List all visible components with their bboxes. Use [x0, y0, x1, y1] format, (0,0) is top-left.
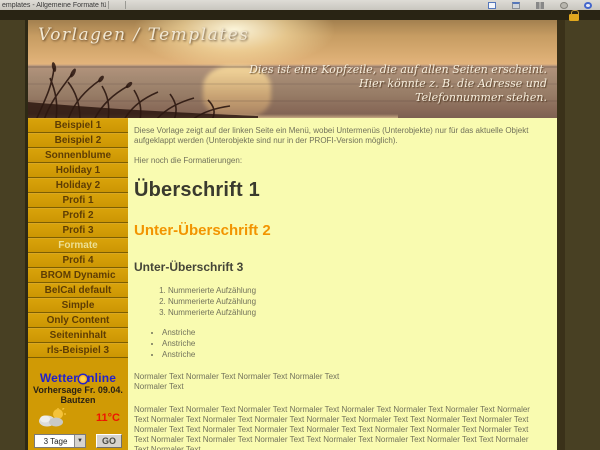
chevron-down-icon[interactable]	[74, 435, 85, 447]
sidebar-item-label: Simple	[62, 300, 95, 311]
heading-3: Unter-Überschrift 3	[134, 260, 545, 274]
sidebar-item-rls-beispiel-3[interactable]: rls-Beispiel 3	[28, 343, 128, 358]
numbered-list-item: Nummerierte Aufzählung	[168, 285, 545, 296]
normal-text-line: Normaler Text Normaler Text Normaler Tex…	[134, 372, 545, 382]
page-title: Vorlagen / Templates	[38, 25, 249, 45]
sidebar-item-label: Beispiel 1	[55, 120, 102, 131]
content-area: Diese Vorlage zeigt auf der linken Seite…	[128, 118, 557, 450]
sidebar-item-label: Only Content	[47, 315, 110, 326]
document-icon[interactable]	[488, 2, 496, 9]
sidebar-item-holiday-2[interactable]: Holiday 2	[28, 178, 128, 193]
help-icon[interactable]	[584, 2, 592, 9]
normal-text-paragraph: Normaler Text Normaler Text Normaler Tex…	[134, 405, 545, 450]
top-dark-strip	[0, 10, 600, 20]
weather-widget: Wetter nline Vorhersage Fr. 09.04. Bautze…	[28, 371, 128, 448]
sidebar-item-brom-dynamic[interactable]: BROM Dynamic	[28, 268, 128, 283]
header-note-line: Hier könnte z. B. die Adresse und	[249, 77, 547, 91]
intro-paragraph: Diese Vorlage zeigt auf der linken Seite…	[134, 126, 545, 146]
sidebar-item-label: Holiday 1	[56, 165, 100, 176]
logo-text: nline	[87, 371, 116, 385]
browser-tab-bar: emplates - Allgemeine Formate für Texte …	[0, 0, 600, 10]
forecast-city: Bautzen	[28, 395, 128, 405]
go-button[interactable]: GO	[96, 434, 122, 448]
sidebar-item-label: Profi 4	[62, 255, 93, 266]
sidebar-item-label: BelCal default	[45, 285, 112, 296]
dune-grass-silhouette	[28, 58, 258, 118]
header-note-line: Telefonnummer stehen.	[249, 91, 547, 105]
sidebar-item-belcal-default[interactable]: BelCal default	[28, 283, 128, 298]
bullet-list-item: Anstriche	[162, 338, 545, 349]
sidebar-item-label: BROM Dynamic	[40, 270, 115, 281]
header-note-line: Dies ist eine Kopfzeile, die auf allen S…	[249, 63, 547, 77]
sidebar-item-simple[interactable]: Simple	[28, 298, 128, 313]
numbered-list-item: Nummerierte Aufzählung	[168, 296, 545, 307]
sidebar-item-seiteninhalt[interactable]: Seiteninhalt	[28, 328, 128, 343]
heading-1: Überschrift 1	[134, 179, 545, 202]
split-view-icon[interactable]	[536, 2, 544, 9]
sidebar-item-profi-4[interactable]: Profi 4	[28, 253, 128, 268]
bullet-list-item: Anstriche	[162, 327, 545, 338]
padlock-icon	[569, 14, 579, 21]
sidebar-item-beispiel-1[interactable]: Beispiel 1	[28, 118, 128, 133]
sidebar-menu: Beispiel 1 Beispiel 2 Sonnenblume Holida…	[28, 118, 128, 450]
page-container: Vorlagen / Templates Dies ist eine Kopfz…	[25, 20, 565, 450]
sidebar-item-sonnenblume[interactable]: Sonnenblume	[28, 148, 128, 163]
wetteronline-logo[interactable]: Wetter nline	[28, 371, 128, 385]
sidebar-item-label: rls-Beispiel 3	[47, 345, 109, 356]
forecast-date: Vorhersage Fr. 09.04.	[28, 385, 128, 395]
window-icon[interactable]	[512, 2, 520, 9]
tab-separator	[125, 1, 126, 9]
formats-line: Hier noch die Formatierungen:	[134, 156, 545, 166]
forecast-range-select[interactable]: 3 Tage	[34, 434, 86, 448]
sun-o-icon	[79, 375, 87, 383]
sidebar-item-label: Profi 2	[62, 210, 93, 221]
sidebar-item-holiday-1[interactable]: Holiday 1	[28, 163, 128, 178]
sidebar-item-label: Profi 1	[62, 195, 93, 206]
cloud-sun-icon	[36, 408, 68, 428]
sidebar-item-beispiel-2[interactable]: Beispiel 2	[28, 133, 128, 148]
tab-separator	[108, 1, 109, 9]
heading-2: Unter-Überschrift 2	[134, 222, 545, 239]
sidebar-item-label: Formate	[58, 240, 97, 251]
header-note: Dies ist eine Kopfzeile, die auf allen S…	[249, 63, 547, 105]
settings-icon[interactable]	[560, 2, 568, 9]
sidebar-item-formate-active[interactable]: Formate	[28, 238, 128, 253]
sidebar-item-label: Sonnenblume	[45, 150, 111, 161]
sidebar-item-label: Holiday 2	[56, 180, 100, 191]
sidebar-item-label: Profi 3	[62, 225, 93, 236]
normal-text-line: Normaler Text	[134, 382, 545, 392]
sidebar-item-profi-2[interactable]: Profi 2	[28, 208, 128, 223]
logo-text: Wetter	[40, 371, 78, 385]
bullet-list-item: Anstriche	[162, 349, 545, 360]
bullet-list: Anstriche Anstriche Anstriche	[134, 327, 545, 360]
select-value: 3 Tage	[35, 437, 74, 446]
numbered-list-item: Nummerierte Aufzählung	[168, 307, 545, 318]
numbered-list: Nummerierte Aufzählung Nummerierte Aufzä…	[134, 285, 545, 318]
temperature-value: 11°C	[96, 412, 120, 424]
sidebar-item-only-content[interactable]: Only Content	[28, 313, 128, 328]
browser-tab-title[interactable]: emplates - Allgemeine Formate für Texte …	[0, 2, 106, 9]
sidebar-item-label: Beispiel 2	[55, 135, 102, 146]
sidebar-item-profi-3[interactable]: Profi 3	[28, 223, 128, 238]
header-banner: Vorlagen / Templates Dies ist eine Kopfz…	[28, 20, 557, 118]
sidebar-item-label: Seiteninhalt	[50, 330, 107, 341]
sidebar-item-profi-1[interactable]: Profi 1	[28, 193, 128, 208]
browser-toolbar	[488, 2, 600, 9]
